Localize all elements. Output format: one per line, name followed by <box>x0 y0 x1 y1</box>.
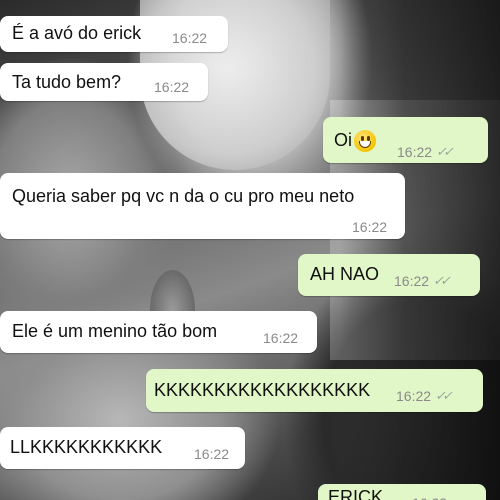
timestamp-text: 16:22 <box>154 79 190 95</box>
message-text: ERICK <box>328 487 384 500</box>
message-text: KKKKKKKKKKKKKKKKKK <box>154 380 371 400</box>
timestamp-text: 16:22 <box>194 446 230 462</box>
message-timestamp: 16:22 <box>172 27 207 49</box>
message-timestamp: 16:22 <box>154 76 189 98</box>
timestamp-text: 16:22 <box>396 388 432 404</box>
outgoing-message-bubble[interactable]: AH NAO 16:22 ✓✓ <box>298 254 480 296</box>
double-check-icon: ✓✓ <box>433 273 451 288</box>
timestamp-text: 16:22 <box>352 219 388 235</box>
incoming-message-bubble[interactable]: Ele é um menino tão bom 16:22 <box>0 311 317 353</box>
grinning-face-emoji-icon <box>354 130 376 153</box>
message-text: Ta tudo bem? <box>12 72 122 92</box>
outgoing-message-bubble[interactable]: Oi 16:22 ✓✓ <box>323 117 488 163</box>
message-text: É a avó do erick <box>12 23 142 43</box>
message-timestamp: 16:22 ✓✓ <box>394 270 451 292</box>
incoming-message-bubble[interactable]: Ta tudo bem? 16:22 <box>0 63 208 101</box>
message-timestamp: 16:22 ✓✓ <box>397 141 454 163</box>
message-timestamp: 16:22 <box>412 492 447 500</box>
message-text: LLKKKKKKKKKKK <box>10 437 163 457</box>
message-text: Ele é um menino tão bom <box>12 321 218 341</box>
timestamp-text: 16:22 <box>172 30 208 46</box>
message-text: AH NAO <box>310 264 380 284</box>
timestamp-text: 16:22 <box>394 273 430 289</box>
double-check-icon: ✓✓ <box>436 144 454 159</box>
message-text: Oi <box>334 129 376 153</box>
message-timestamp: 16:22 <box>352 216 387 238</box>
timestamp-text: 16:22 <box>397 144 433 160</box>
incoming-message-bubble[interactable]: É a avó do erick 16:22 <box>0 16 228 52</box>
message-list[interactable]: É a avó do erick 16:22 Ta tudo bem? 16:2… <box>0 0 500 500</box>
message-timestamp: 16:22 <box>194 443 229 465</box>
incoming-message-bubble[interactable]: Queria saber pq vc n da o cu pro meu net… <box>0 173 405 239</box>
timestamp-text: 16:22 <box>412 492 447 500</box>
timestamp-text: 16:22 <box>263 330 299 346</box>
outgoing-message-bubble[interactable]: KKKKKKKKKKKKKKKKKK 16:22 ✓✓ <box>146 369 483 412</box>
outgoing-message-bubble[interactable]: ERICK 16:22 <box>318 484 486 500</box>
message-text: Queria saber pq vc n da o cu pro meu net… <box>12 186 355 206</box>
message-timestamp: 16:22 <box>263 327 298 349</box>
incoming-message-bubble[interactable]: LLKKKKKKKKKKK 16:22 <box>0 427 245 469</box>
message-timestamp: 16:22 ✓✓ <box>396 385 453 407</box>
message-text-content: Oi <box>334 130 352 150</box>
double-check-icon: ✓✓ <box>435 388 453 403</box>
